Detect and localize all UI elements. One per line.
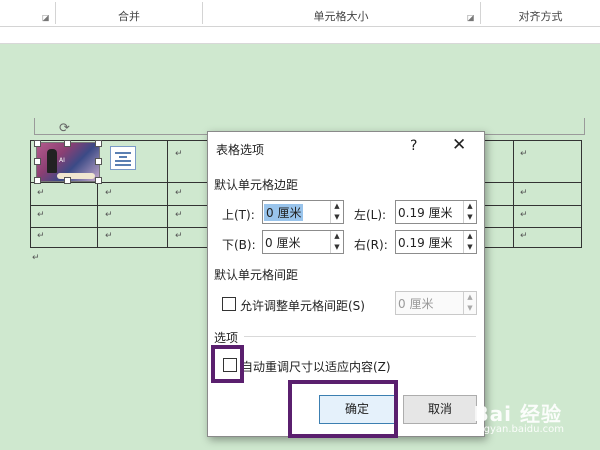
bottom-margin-value[interactable]: 0 厘米 [265, 234, 300, 251]
resize-handle[interactable] [95, 140, 102, 147]
paragraph-mark-icon: ↵ [520, 231, 528, 241]
rotate-handle-icon[interactable]: ⟳ [59, 121, 70, 136]
table-border [167, 140, 168, 248]
ribbon-group-cell-size: 单元格大小 [313, 10, 369, 23]
spin-down-icon[interactable]: ▼ [332, 242, 342, 252]
options-section-label: 选项 [214, 331, 239, 345]
resize-handle[interactable] [64, 177, 71, 184]
spacing-spinner: 0 厘米 ▲ ▼ [395, 291, 477, 315]
ribbon: ◪ 合并 单元格大小 ◪ 对齐方式 [0, 0, 600, 27]
allow-spacing-checkbox[interactable] [222, 297, 236, 311]
ribbon-group-merge: 合并 [118, 10, 140, 23]
picture-flowers [57, 173, 95, 179]
left-margin-spinner[interactable]: 0.19 厘米 ▲ ▼ [395, 200, 477, 224]
autofit-label[interactable]: 自动重调尺寸以适应内容(Z) [241, 358, 391, 375]
left-margin-label: 左(L): [354, 208, 387, 222]
spin-up-icon: ▲ [467, 293, 473, 301]
spin-up-icon[interactable]: ▲ [332, 201, 342, 211]
spin-down-icon[interactable]: ▼ [465, 242, 475, 252]
right-margin-value[interactable]: 0.19 厘米 [398, 234, 453, 251]
picture-tag: AI [59, 157, 65, 164]
resize-handle[interactable] [34, 177, 41, 184]
table-border [30, 140, 31, 248]
right-margin-spinner[interactable]: 0.19 厘米 ▲ ▼ [395, 230, 477, 254]
paragraph-mark-icon: ↵ [175, 231, 183, 241]
table-border [513, 140, 514, 248]
paragraph-mark-icon: ↵ [520, 188, 528, 198]
top-margin-label: 上(T): [222, 208, 255, 222]
resize-handle[interactable] [34, 158, 41, 165]
dialog-launcher-icon[interactable]: ◪ [42, 13, 50, 22]
paragraph-mark-icon: ↵ [37, 210, 45, 220]
section-divider [244, 336, 476, 337]
highlight-ok-button [288, 380, 398, 438]
paragraph-mark-icon: ↵ [32, 253, 40, 263]
dialog-title: 表格选项 [216, 143, 265, 157]
dialog-launcher-icon[interactable]: ◪ [467, 13, 475, 22]
paragraph-mark-icon: ↵ [105, 188, 113, 198]
paragraph-mark-icon: ↵ [105, 231, 113, 241]
allow-spacing-label[interactable]: 允许调整单元格间距(S) [240, 297, 365, 314]
bottom-margin-spinner[interactable]: 0 厘米 ▲ ▼ [262, 230, 344, 254]
paragraph-mark-icon: ↵ [520, 149, 528, 159]
picture-person [47, 149, 57, 173]
cancel-button[interactable]: 取消 [403, 395, 477, 424]
paragraph-mark-icon: ↵ [520, 210, 528, 220]
spin-down-icon[interactable]: ▼ [465, 212, 475, 222]
paragraph-mark-icon: ↵ [175, 149, 183, 159]
watermark-logo: Bai 经验 [473, 402, 562, 426]
table-border [581, 140, 582, 248]
layout-options-icon[interactable] [110, 146, 136, 170]
spin-down-icon[interactable]: ▼ [332, 212, 342, 222]
top-margin-value[interactable]: 0 厘米 [264, 204, 304, 221]
resize-handle[interactable] [34, 140, 41, 147]
spin-up-icon[interactable]: ▲ [465, 231, 475, 241]
highlight-autofit-checkbox [211, 345, 244, 383]
close-icon[interactable]: ✕ [452, 135, 466, 155]
spin-up-icon[interactable]: ▲ [332, 231, 342, 241]
paragraph-mark-icon: ↵ [175, 188, 183, 198]
page-margin-guide [34, 118, 35, 134]
spacing-value: 0 厘米 [398, 297, 434, 311]
resize-handle[interactable] [95, 177, 102, 184]
spin-up-icon[interactable]: ▲ [465, 201, 475, 211]
spin-down-icon: ▼ [467, 304, 473, 312]
page-margin-guide [584, 118, 585, 134]
watermark-url: jingyan.baidu.com [471, 424, 564, 435]
paragraph-mark-icon: ↵ [175, 210, 183, 220]
right-margin-label: 右(R): [354, 238, 388, 252]
paragraph-mark-icon: ↵ [37, 188, 45, 198]
inserted-picture[interactable]: AI [36, 142, 100, 182]
top-margin-spinner[interactable]: 0 厘米 ▲ ▼ [262, 200, 344, 224]
ruler-strip [0, 27, 600, 44]
ribbon-group-alignment: 对齐方式 [518, 10, 563, 23]
left-margin-value[interactable]: 0.19 厘米 [398, 204, 453, 221]
help-icon[interactable]: ? [410, 138, 417, 154]
paragraph-mark-icon: ↵ [105, 210, 113, 220]
resize-handle[interactable] [95, 158, 102, 165]
paragraph-mark-icon: ↵ [37, 231, 45, 241]
spacing-section-label: 默认单元格间距 [214, 268, 299, 282]
bottom-margin-label: 下(B): [222, 238, 256, 252]
resize-handle[interactable] [64, 140, 71, 147]
margins-section-label: 默认单元格边距 [214, 178, 299, 192]
